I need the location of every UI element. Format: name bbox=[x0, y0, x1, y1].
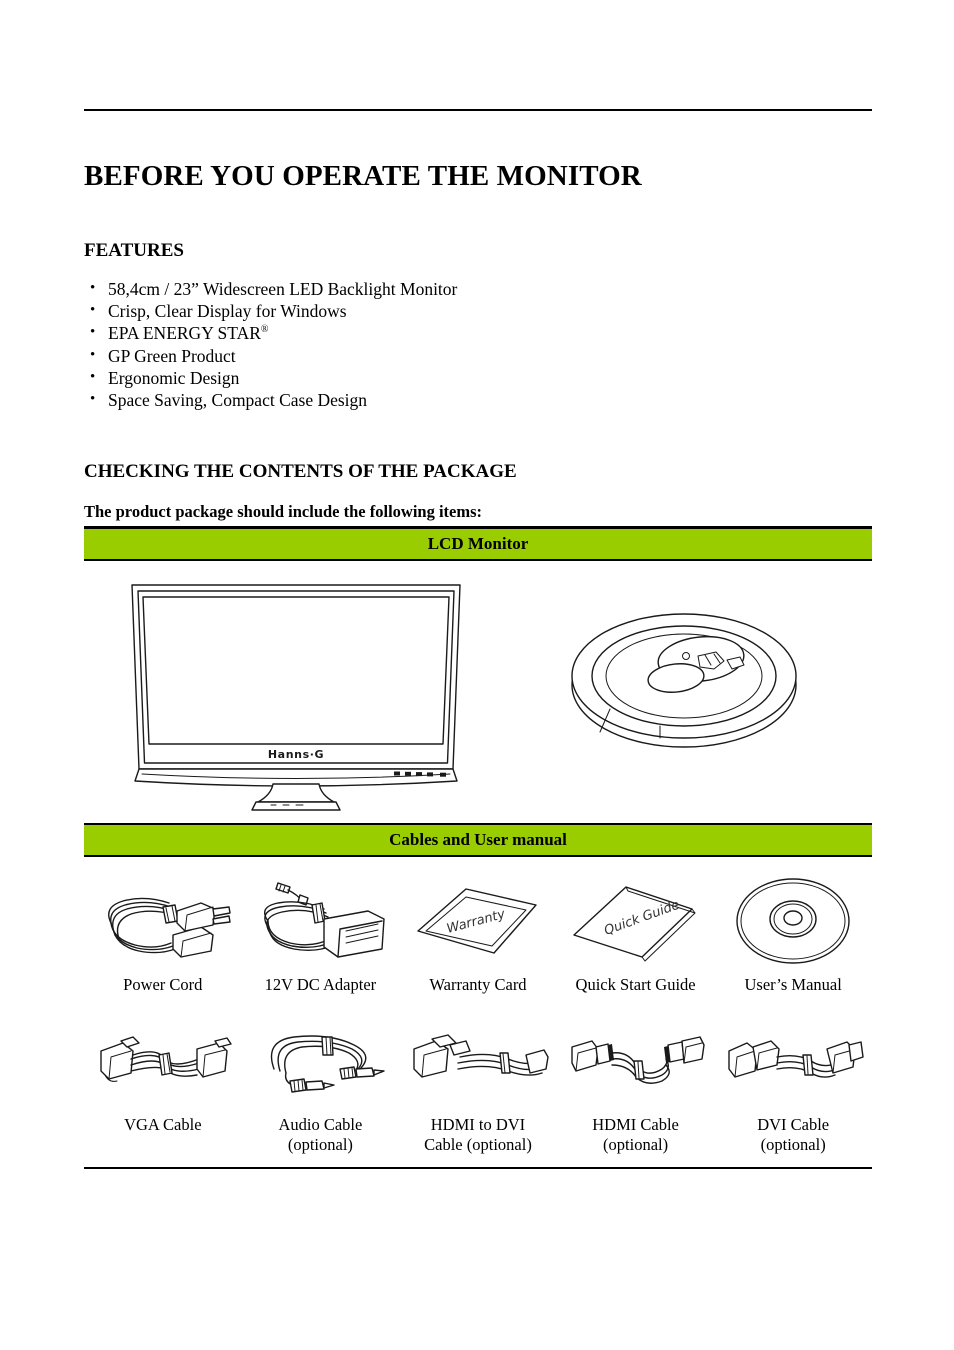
accessory-label: HDMI to DVI Cable (optional) bbox=[424, 1115, 532, 1154]
list-item: Crisp, Clear Display for Windows bbox=[84, 299, 784, 322]
monitor-brand-logo: Hanns·G bbox=[268, 748, 324, 761]
accessories-row-1: Power Cord 12V DC Adapter Warranty Warra… bbox=[84, 857, 872, 1007]
audio-cable-icon bbox=[250, 1021, 390, 1109]
table-header-cables-and-manual: Cables and User manual bbox=[84, 825, 872, 855]
list-item: 58,4cm / 23” Widescreen LED Backlight Mo… bbox=[84, 277, 784, 300]
accessory-label: Quick Start Guide bbox=[575, 975, 696, 994]
accessory-cell-dvi-cable: DVI Cable (optional) bbox=[714, 1021, 872, 1167]
accessory-label: VGA Cable bbox=[124, 1115, 202, 1134]
accessory-label: HDMI Cable (optional) bbox=[592, 1115, 679, 1154]
table-header-lcd-monitor: LCD Monitor bbox=[84, 529, 872, 559]
feature-text: EPA ENERGY STAR bbox=[108, 323, 261, 344]
accessory-cell-power-cord: Power Cord bbox=[84, 873, 242, 1007]
quick-start-guide-icon: Quick Guide bbox=[566, 873, 706, 969]
monitor-artwork-row: Hanns·G bbox=[84, 561, 872, 823]
list-item: Space Saving, Compact Case Design bbox=[84, 388, 784, 411]
accessory-cell-hdmi-to-dvi-cable: HDMI to DVI Cable (optional) bbox=[399, 1021, 557, 1167]
feature-text: Crisp, Clear Display for Windows bbox=[108, 301, 347, 322]
accessory-cell-hdmi-cable: HDMI Cable (optional) bbox=[557, 1021, 715, 1167]
list-item: GP Green Product bbox=[84, 344, 784, 367]
document-page: BEFORE YOU OPERATE THE MONITOR FEATURES … bbox=[0, 0, 954, 1350]
registered-trademark-symbol: ® bbox=[260, 324, 269, 336]
hdmi-to-dvi-cable-icon bbox=[408, 1021, 549, 1109]
list-item: EPA ENERGY STAR® bbox=[84, 321, 784, 344]
accessory-cell-vga-cable: VGA Cable bbox=[84, 1021, 242, 1167]
feature-text: 58,4cm / 23” Widescreen LED Backlight Mo… bbox=[108, 279, 458, 299]
package-contents-table: LCD Monitor Hanns·G Cables and User manu… bbox=[84, 526, 872, 1169]
accessory-cell-audio-cable: Audio Cable (optional) bbox=[242, 1021, 400, 1167]
table-header-label: Cables and User manual bbox=[389, 830, 567, 849]
power-cord-icon bbox=[93, 873, 233, 969]
accessory-label: User’s Manual bbox=[744, 975, 842, 994]
lcd-monitor-icon: Hanns·G bbox=[126, 581, 466, 811]
table-bottom-rule bbox=[84, 1167, 872, 1169]
accessory-cell-dc-adapter: 12V DC Adapter bbox=[242, 873, 400, 1007]
vga-cable-icon bbox=[93, 1021, 233, 1109]
accessories-row-2: VGA Cable Audio Cable (optional) HDMI to… bbox=[84, 1007, 872, 1167]
feature-text: GP Green Product bbox=[108, 345, 236, 366]
accessory-label: Audio Cable (optional) bbox=[278, 1115, 363, 1154]
accessory-label: 12V DC Adapter bbox=[264, 975, 377, 994]
page-header-rule bbox=[84, 109, 872, 111]
package-table-intro: The product package should include the f… bbox=[84, 502, 483, 521]
table-header-label: LCD Monitor bbox=[427, 534, 529, 553]
accessory-label: DVI Cable (optional) bbox=[757, 1115, 830, 1154]
list-item: Ergonomic Design bbox=[84, 366, 784, 389]
monitor-base-icon bbox=[564, 599, 804, 759]
feature-text: Space Saving, Compact Case Design bbox=[108, 390, 368, 411]
checking-contents-heading: CHECKING THE CONTENTS OF THE PACKAGE bbox=[84, 460, 517, 482]
warranty-card-icon: Warranty bbox=[408, 873, 548, 969]
accessory-label: Power Cord bbox=[123, 975, 203, 994]
page-title: BEFORE YOU OPERATE THE MONITOR bbox=[84, 160, 642, 193]
dvi-cable-icon bbox=[723, 1021, 864, 1109]
dc-adapter-icon bbox=[250, 873, 390, 969]
accessory-cell-warranty-card: Warranty Warranty Card bbox=[399, 873, 557, 1007]
accessory-label: Warranty Card bbox=[429, 975, 527, 994]
features-heading: FEATURES bbox=[84, 239, 184, 261]
feature-text: Ergonomic Design bbox=[108, 367, 240, 388]
features-list: 58,4cm / 23” Widescreen LED Backlight Mo… bbox=[84, 277, 784, 411]
hdmi-cable-icon bbox=[566, 1021, 706, 1109]
accessory-cell-users-manual: User’s Manual bbox=[714, 873, 872, 1007]
cd-disc-icon bbox=[723, 873, 863, 969]
accessory-cell-quick-start-guide: Quick Guide Quick Start Guide bbox=[557, 873, 715, 1007]
